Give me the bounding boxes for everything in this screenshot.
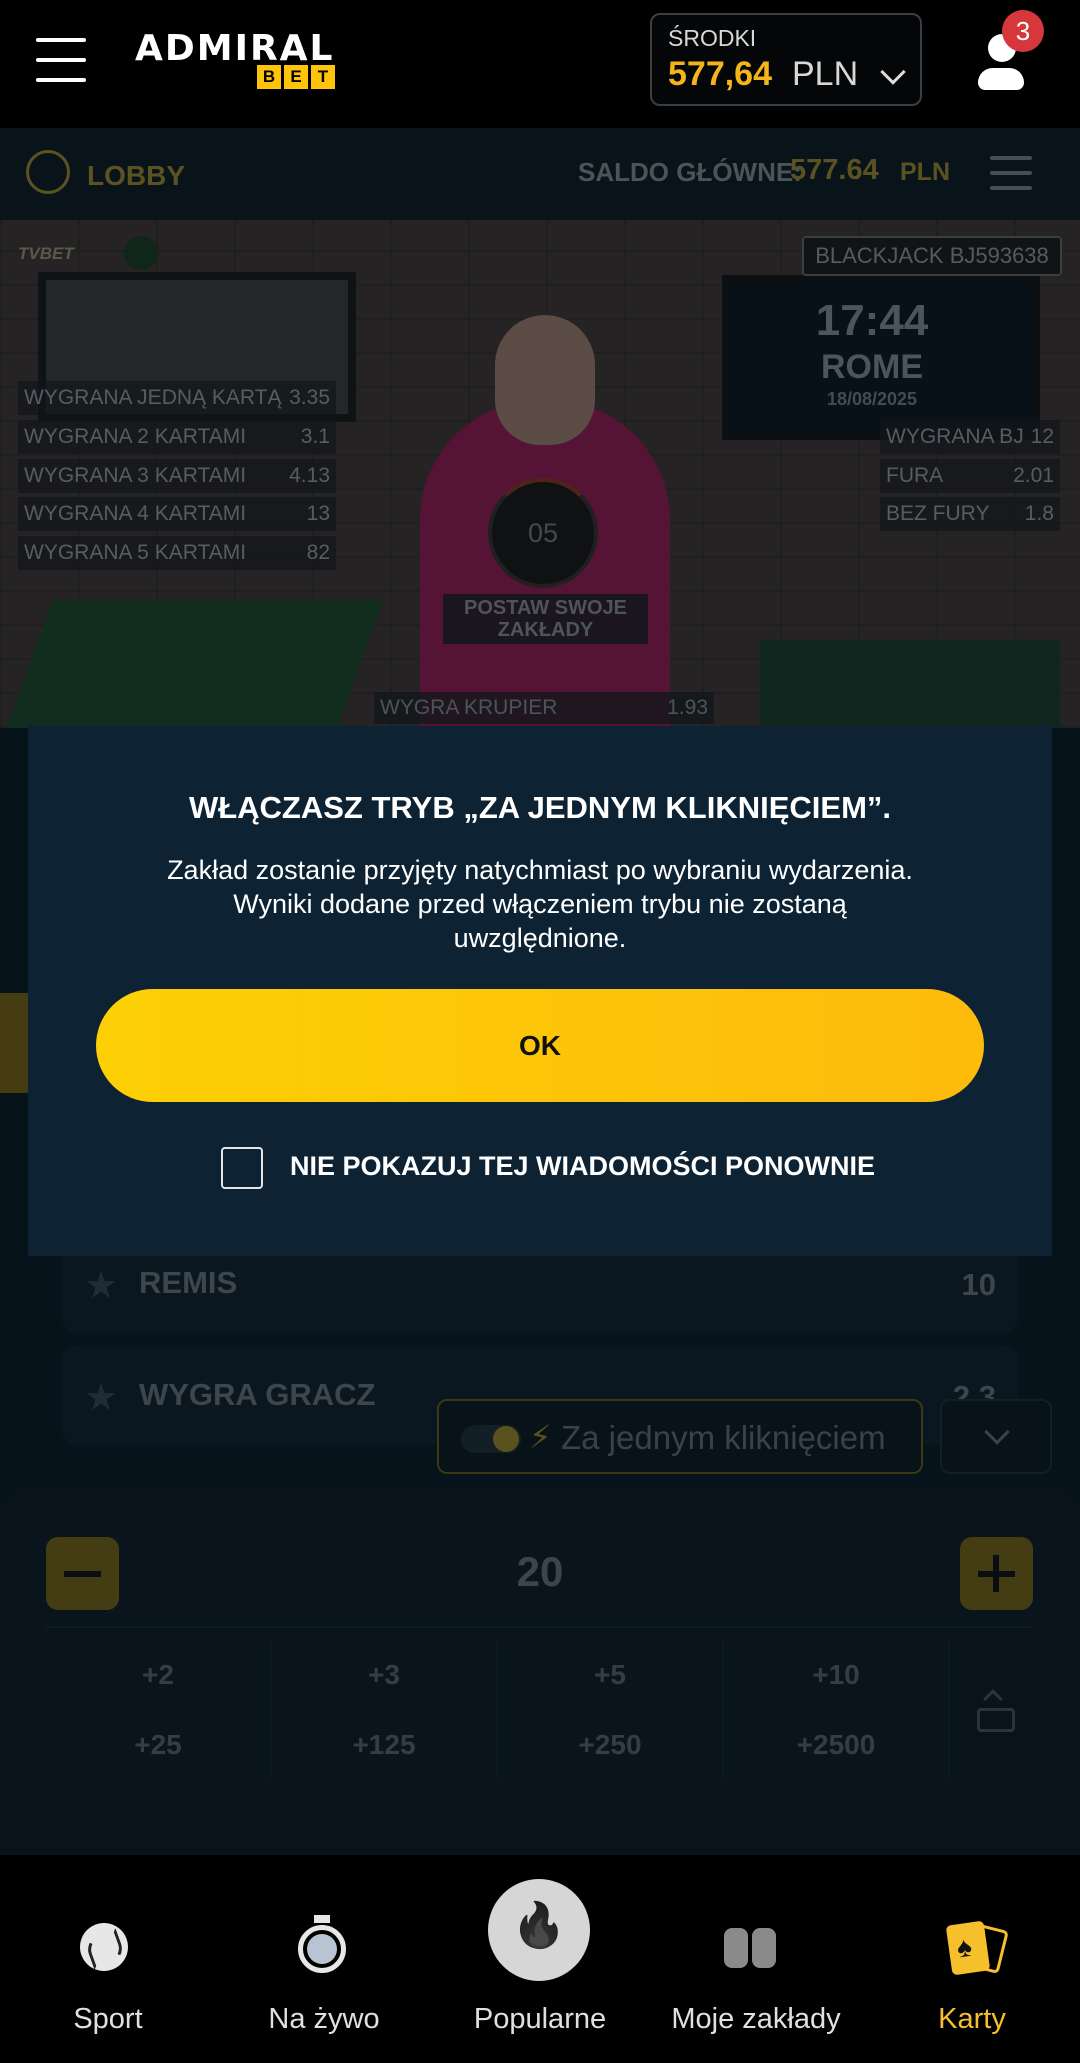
nav-sport[interactable]: Sport: [0, 1855, 216, 2063]
funds-label: ŚRODKI: [668, 25, 757, 51]
admiral-bet-logo[interactable]: ADMIRAL B E T: [135, 28, 335, 94]
logo-name: ADMIRAL: [135, 28, 335, 69]
notification-badge: 3: [1002, 10, 1044, 52]
nav-cards[interactable]: Karty: [864, 1855, 1080, 2063]
tickets-icon: [724, 1928, 776, 1968]
chevron-down-icon: [880, 59, 906, 85]
nav-label: Karty: [938, 2003, 1006, 2035]
funds-amount: 577,64: [668, 55, 772, 93]
funds-dropdown[interactable]: ŚRODKI 577,64 PLN: [650, 13, 922, 106]
nav-popular[interactable]: Popularne: [432, 1855, 648, 2063]
modal-title: WŁĄCZASZ TRYB „ZA JEDNYM KLIKNIĘCIEM”.: [188, 790, 892, 825]
nav-my-bets[interactable]: Moje zakłady: [648, 1855, 864, 2063]
dont-show-again-label[interactable]: NIE POKAZUJ TEJ WIADOMOŚCI PONOWNIE: [290, 1151, 875, 1182]
nav-label: Popularne: [473, 2003, 607, 2035]
ok-button[interactable]: OK: [96, 989, 984, 1102]
main-menu-icon[interactable]: [36, 38, 86, 82]
modal-text: Zakład zostanie przyjęty natychmiast po …: [167, 855, 913, 953]
nav-label: Na żywo: [268, 2003, 380, 2035]
cards-icon: [945, 1920, 991, 1976]
nav-label: Sport: [73, 2003, 143, 2035]
logo-bet: B E T: [257, 65, 335, 89]
nav-label: Moje zakłady: [671, 2003, 841, 2035]
nav-live[interactable]: Na żywo: [216, 1855, 432, 2063]
stopwatch-icon: [298, 1925, 346, 1973]
dont-show-again-checkbox[interactable]: [221, 1147, 263, 1189]
sport-ball-icon: [80, 1923, 128, 1971]
funds-currency: PLN: [792, 55, 859, 93]
fire-icon: [488, 1879, 590, 1981]
